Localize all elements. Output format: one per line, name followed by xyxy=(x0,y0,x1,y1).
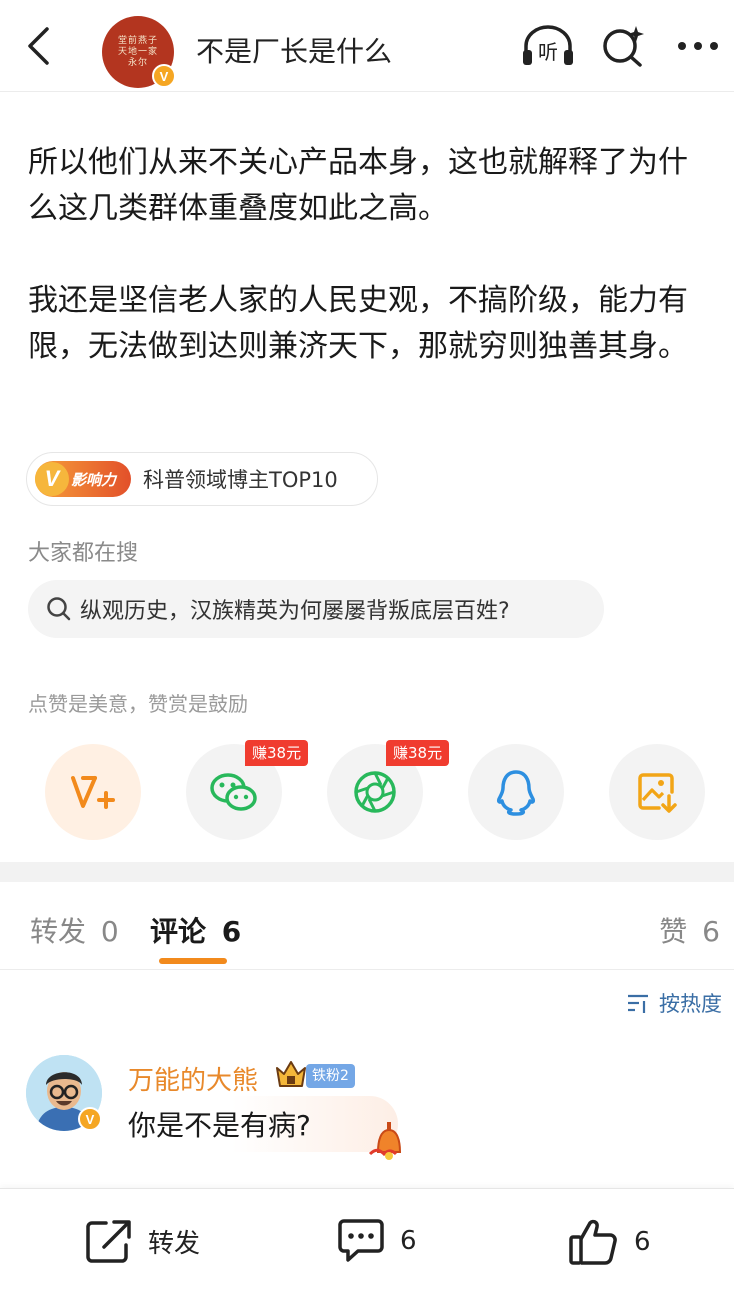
influence-badge: V 影响力 xyxy=(35,461,131,497)
tab-comment[interactable]: 评论 6 xyxy=(150,910,241,950)
wechat-reward-badge: 赚38元 xyxy=(245,740,309,766)
interaction-tabs: 转发 0 评论 6 赞 6 xyxy=(0,882,734,970)
post-paragraph: 我还是坚信老人家的人民史观，不搞阶级，能力有限，无法做到达则兼济天下，那就穷则独… xyxy=(28,283,688,364)
sort-icon xyxy=(628,994,648,1013)
author-name[interactable]: 不是厂长是什么 xyxy=(196,30,392,70)
influence-tag[interactable]: V 影响力 科普领域博主TOP10 xyxy=(26,452,378,506)
repost-icon xyxy=(86,1220,131,1263)
section-divider xyxy=(0,862,734,882)
tab-like-label: 赞 xyxy=(659,915,688,948)
comment-count: 6 xyxy=(400,1226,417,1256)
influence-badge-text: 影响力 xyxy=(71,470,117,489)
share-row: 赚38元 赚38元 xyxy=(0,722,734,840)
tooltip-pointer-icon xyxy=(80,722,104,736)
svg-text:听: 听 xyxy=(538,40,558,64)
v-plus-icon xyxy=(71,776,115,809)
listen-button[interactable]: 听 xyxy=(520,24,576,68)
tab-comment-count: 6 xyxy=(221,915,242,948)
bell-decoration-icon xyxy=(368,1122,402,1160)
tab-repost-label: 转发 xyxy=(30,915,87,948)
save-image-button[interactable] xyxy=(609,744,705,840)
hot-search-title: 大家都在搜 xyxy=(28,541,139,566)
commenter-avatar[interactable]: V xyxy=(26,1055,102,1131)
wechat-icon xyxy=(210,773,257,811)
commenter-verified-badge: V xyxy=(78,1107,102,1131)
hot-search-item[interactable]: 纵观历史，汉族精英为何屡屡背叛底层百姓? xyxy=(28,580,604,638)
search-sparkle-icon xyxy=(603,26,644,67)
sort-by-hot-button[interactable]: 按热度 xyxy=(627,988,722,1018)
search-button[interactable] xyxy=(600,24,648,68)
influence-v-icon: V xyxy=(35,462,69,496)
weibo-post-page: 堂前燕子天地一家永尔 V 不是厂长是什么 听 所以他们从来不关心产品本身，这也就… xyxy=(0,0,734,1297)
comment-text[interactable]: 你是不是有病? xyxy=(128,1104,311,1144)
bottom-action-bar: 转发 6 6 xyxy=(0,1188,734,1297)
share-v-plus-button[interactable] xyxy=(45,744,141,840)
post-paragraph: 所以他们从来不关心产品本身，这也就解释了为什么这几类群体重叠度如此之高。 xyxy=(28,145,688,226)
reward-caption: 点赞是美意，赞赏是鼓励 xyxy=(28,692,248,716)
fan-level-badge: 铁粉2 xyxy=(306,1064,355,1088)
tab-like-count: 6 xyxy=(702,915,720,948)
crown-icon xyxy=(276,1061,306,1087)
comment-icon xyxy=(338,1219,384,1262)
tab-like[interactable]: 赞 6 xyxy=(659,910,720,950)
comment-button[interactable]: 6 xyxy=(336,1217,417,1265)
share-qq-button[interactable] xyxy=(468,744,564,840)
repost-label: 转发 xyxy=(148,1228,201,1259)
commenter-name[interactable]: 万能的大熊 xyxy=(128,1060,258,1097)
top-nav-bar: 堂前燕子天地一家永尔 V 不是厂长是什么 听 xyxy=(0,0,734,92)
moments-reward-badge: 赚38元 xyxy=(386,740,450,766)
hot-search-query: 纵观历史，汉族精英为何屡屡背叛底层百姓? xyxy=(80,599,510,624)
listen-icon: 听 xyxy=(523,25,573,65)
active-tab-indicator xyxy=(159,958,227,964)
avatar-seal-text: 堂前燕子天地一家永尔 xyxy=(117,35,158,68)
post-body: 所以他们从来不关心产品本身，这也就解释了为什么这几类群体重叠度如此之高。 我还是… xyxy=(28,140,708,416)
more-button[interactable] xyxy=(672,24,724,68)
qq-icon xyxy=(497,770,535,816)
author-avatar[interactable]: 堂前燕子天地一家永尔 V xyxy=(102,16,176,88)
verified-badge: V xyxy=(152,64,176,88)
save-image-icon xyxy=(638,773,677,813)
tab-repost-count: 0 xyxy=(100,915,119,948)
like-button[interactable]: 6 xyxy=(568,1217,651,1267)
repost-button[interactable]: 转发 xyxy=(84,1217,200,1265)
moments-icon xyxy=(354,771,396,813)
search-icon xyxy=(47,597,71,621)
influence-label: 科普领域博主TOP10 xyxy=(143,468,338,492)
thumbs-up-icon xyxy=(569,1219,617,1265)
back-button[interactable] xyxy=(18,24,58,68)
like-count: 6 xyxy=(634,1227,651,1257)
more-icon xyxy=(678,42,718,50)
sort-label: 按热度 xyxy=(659,992,722,1016)
tab-comment-label: 评论 xyxy=(150,915,207,948)
tab-repost[interactable]: 转发 0 xyxy=(30,910,119,950)
back-arrow-icon xyxy=(28,27,49,65)
